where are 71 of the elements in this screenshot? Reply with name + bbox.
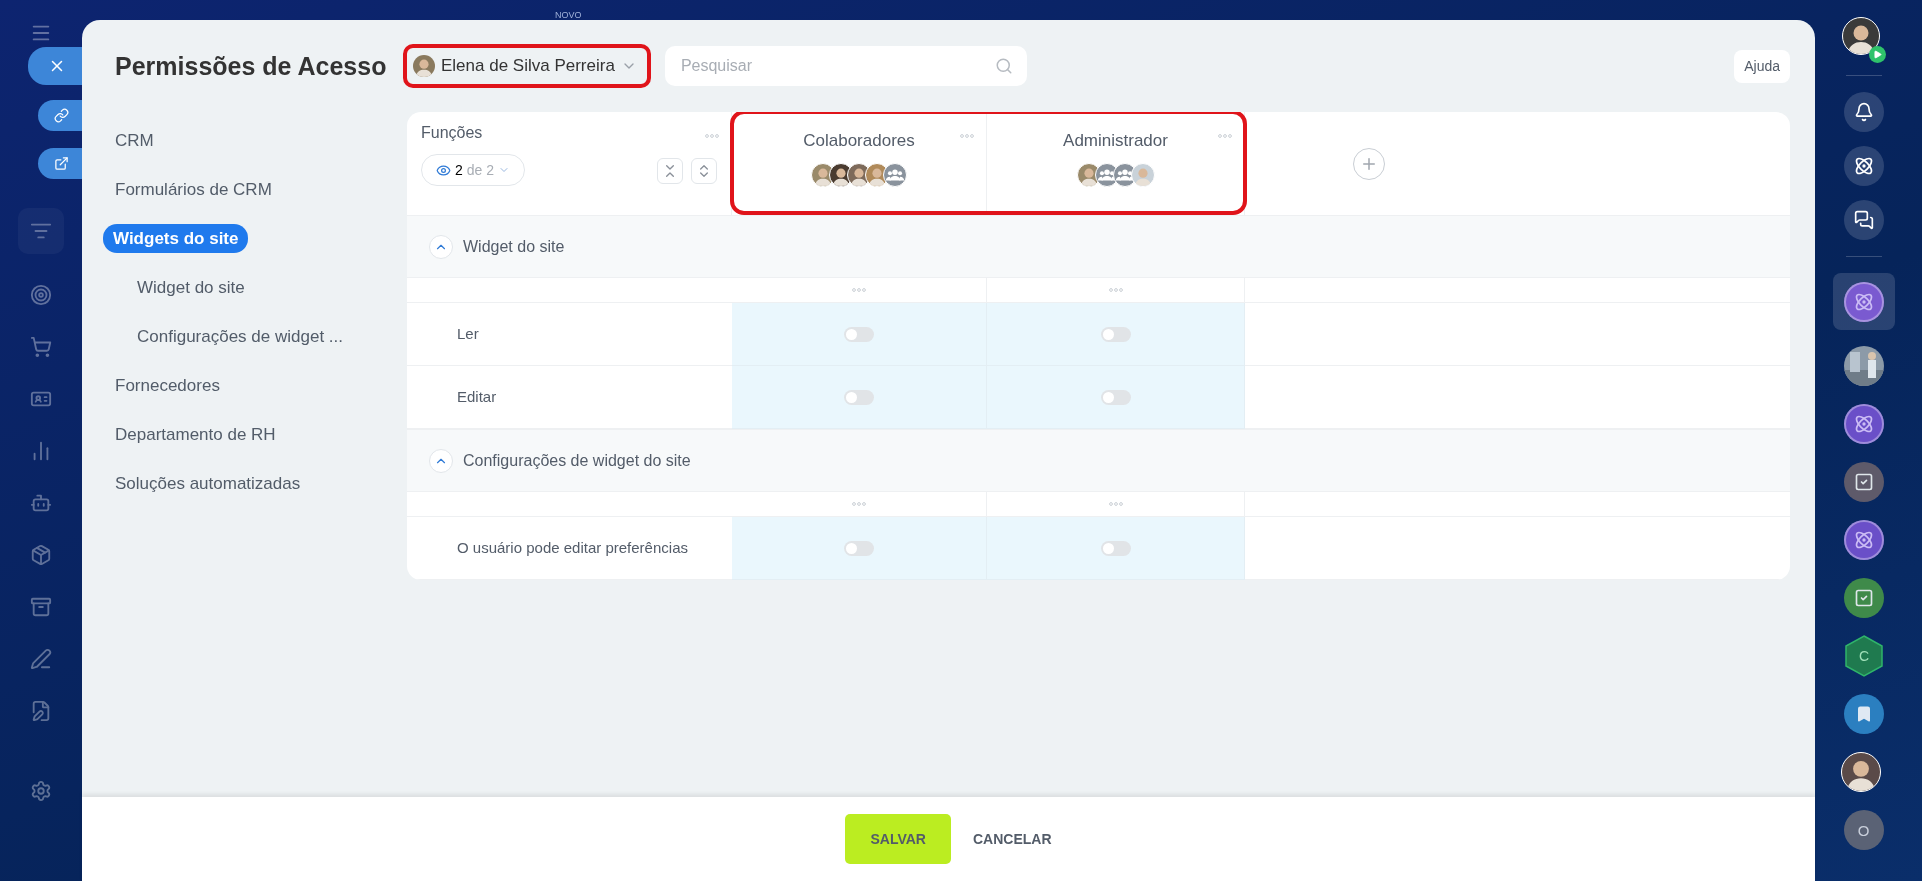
collapse-toggle[interactable] (429, 234, 453, 259)
new-label: NOVO (555, 10, 582, 20)
messages-button[interactable] (1843, 200, 1884, 240)
permission-switch[interactable] (1100, 389, 1131, 405)
external-link-icon (54, 156, 69, 171)
section-title: Widget do site (463, 237, 565, 256)
selected-chat-highlight[interactable] (1832, 273, 1895, 330)
nav-item[interactable]: Soluções automatizadas (115, 469, 301, 498)
permission-switch[interactable] (844, 389, 874, 405)
eye-icon (436, 162, 451, 178)
filter-icon[interactable] (18, 208, 64, 254)
play-icon (1872, 50, 1882, 59)
visible-roles-filter[interactable]: 2 de 2 (421, 154, 526, 186)
close-button[interactable] (28, 47, 85, 85)
link-icon (54, 108, 69, 123)
target-icon[interactable] (30, 284, 52, 306)
nav-item[interactable]: Widgets do site (103, 224, 249, 253)
section-title: Configurações de widget do site (463, 451, 691, 470)
document-edit-icon[interactable] (30, 700, 52, 722)
role-name: Administrador (1063, 131, 1168, 151)
open-new-window-button[interactable] (38, 148, 85, 179)
task-button[interactable] (1843, 462, 1884, 502)
nav-item[interactable]: Departamento de RH (115, 420, 276, 449)
settings-icon[interactable] (30, 780, 52, 802)
user-name: Elena de Silva Perreira (441, 56, 615, 76)
permission-switch[interactable] (844, 540, 874, 556)
visible-count: 2 (455, 162, 463, 178)
chat-icon (1853, 210, 1874, 230)
user-avatar (413, 55, 435, 77)
atom-icon (1853, 156, 1874, 176)
box-icon[interactable] (30, 544, 52, 566)
collapse-all-button[interactable] (657, 158, 683, 184)
nav-subitem[interactable]: Widget do site (137, 273, 245, 302)
chat-avatar[interactable]: O (1843, 810, 1884, 850)
atom-icon (1853, 414, 1874, 434)
nav-item[interactable]: Fornecedores (115, 371, 220, 400)
play-button[interactable] (1868, 46, 1886, 63)
permission-switch[interactable] (1100, 326, 1131, 342)
user-selector[interactable]: Elena de Silva Perreira (407, 48, 647, 84)
user-avatar (1841, 17, 1880, 55)
pen-icon[interactable] (30, 648, 52, 670)
add-role-button[interactable] (1353, 147, 1385, 180)
expand-all-button[interactable] (691, 158, 717, 184)
checkbox-icon (1853, 472, 1874, 492)
task-button[interactable] (1843, 578, 1884, 618)
cart-icon[interactable] (30, 336, 52, 358)
chat-avatar[interactable]: C (1843, 635, 1884, 677)
help-button[interactable]: Ajuda (1734, 49, 1790, 83)
atom-icon (1853, 291, 1874, 312)
cancel-button[interactable]: CANCELAR (972, 814, 1052, 864)
atom-icon (1853, 530, 1874, 550)
page-title: Permissões de Acesso (115, 51, 388, 81)
checkbox-icon (1853, 588, 1874, 608)
bookmark-button[interactable] (1843, 694, 1884, 734)
total-count: de 2 (466, 162, 495, 178)
nav-item[interactable]: CRM (115, 126, 154, 155)
roles-heading: Funções (421, 124, 483, 141)
notifications-button[interactable] (1843, 92, 1884, 132)
search-field[interactable]: Pesquisar (664, 46, 1027, 86)
nav-subitem[interactable]: Configurações de widget ... (137, 322, 343, 351)
collapse-toggle[interactable] (429, 448, 453, 473)
bell-icon (1853, 102, 1874, 122)
archive-icon[interactable] (30, 596, 52, 618)
role-name: Colaboradores (803, 131, 915, 151)
nav-item[interactable]: Formulários de CRM (115, 175, 272, 204)
robot-icon[interactable] (30, 492, 52, 514)
permission-switch[interactable] (844, 326, 874, 342)
save-button[interactable]: SALVAR (845, 814, 951, 864)
search-icon (994, 57, 1013, 75)
copy-link-button[interactable] (38, 100, 85, 131)
permission-switch[interactable] (1100, 540, 1131, 556)
